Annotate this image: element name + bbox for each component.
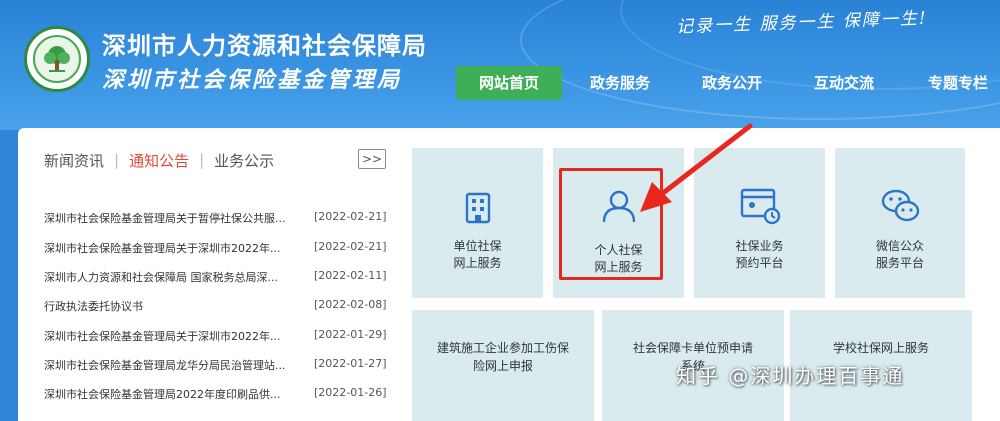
tab-notices[interactable]: 通知公告 [129, 150, 189, 171]
wechat-service-platform-tile[interactable]: 微信公众 服务平台 [835, 148, 965, 298]
site-header: 深圳市人力资源和社会保障局 深圳市社会保险基金管理局 记录一生 服务一生 保障一… [0, 0, 1000, 130]
list-item[interactable]: 深圳市社会保险基金管理局龙华分局民治管理站... [2022-01-27] [44, 355, 388, 375]
tile-label: 网上服务 [453, 256, 502, 270]
tile-label: 微信公众 [875, 239, 924, 253]
news-title[interactable]: 深圳市社会保险基金管理局关于深圳市2022年... [44, 240, 308, 256]
news-title[interactable]: 行政执法委托协议书 [44, 298, 308, 314]
construction-injury-insurance-tile[interactable]: 建筑施工企业参加工伤保 险网上申报 [412, 310, 594, 421]
list-item[interactable]: 深圳市社会保险基金管理局关于深圳市2022年... [2022-02-21] [44, 238, 388, 258]
tile-label: 社会保障卡单位预申请 [632, 341, 753, 355]
nav-government-services[interactable]: 政务服务 [580, 66, 660, 100]
tile-label: 服务平台 [875, 256, 924, 270]
list-item[interactable]: 深圳市社会保险基金管理局2022年度印刷品供... [2022-01-26] [44, 384, 388, 404]
nav-government-affairs[interactable]: 政务公开 [692, 66, 772, 100]
tile-label: 险网上申报 [472, 359, 533, 373]
news-title[interactable]: 深圳市社会保险基金管理局龙华分局民治管理站... [44, 357, 308, 373]
news-date: [2022-02-21] [314, 210, 387, 223]
list-item[interactable]: 深圳市人力资源和社会保障局 国家税务总局深... [2022-02-11] [44, 267, 388, 287]
news-title[interactable]: 深圳市社会保险基金管理局关于深圳市2022年... [44, 328, 308, 344]
unit-social-security-online-tile[interactable]: 单位社保 网上服务 [412, 148, 543, 298]
news-date: [2022-02-21] [314, 240, 387, 253]
nav-home[interactable]: 网站首页 [456, 66, 562, 100]
tab-divider: | [114, 151, 120, 169]
nav-special-topics[interactable]: 专题专栏 [916, 66, 1000, 100]
tile-label: 预约平台 [735, 256, 784, 270]
list-item[interactable]: 深圳市社会保险基金管理局关于深圳市2022年... [2022-01-29] [44, 326, 388, 346]
red-arrow-icon [640, 123, 753, 212]
news-tabs: 新闻资讯 | 通知公告 | 业务公示 [44, 148, 274, 172]
news-date: [2022-01-27] [314, 357, 387, 370]
tile-label: 建筑施工企业参加工伤保 [436, 341, 569, 355]
tab-news[interactable]: 新闻资讯 [44, 150, 104, 171]
list-item[interactable]: 行政执法委托协议书 [2022-02-08] [44, 296, 388, 316]
list-item[interactable]: 深圳市社会保险基金管理局关于暂停社保公共服... [2022-02-21] [44, 208, 388, 228]
tile-label: 单位社保 [453, 239, 502, 253]
tile-label: 学校社保网上服务 [832, 341, 929, 355]
news-date: [2022-02-08] [314, 298, 387, 311]
news-date: [2022-01-26] [314, 386, 387, 399]
news-title[interactable]: 深圳市社会保险基金管理局关于暂停社保公共服... [44, 210, 308, 226]
building-icon [465, 192, 491, 224]
news-title[interactable]: 深圳市人力资源和社会保障局 国家税务总局深... [44, 269, 308, 285]
tile-label: 社保业务 [735, 239, 784, 253]
news-title[interactable]: 深圳市社会保险基金管理局2022年度印刷品供... [44, 386, 308, 402]
tab-divider: | [199, 151, 205, 169]
wechat-icon [881, 189, 920, 222]
news-date: [2022-02-11] [314, 269, 387, 282]
news-date: [2022-01-29] [314, 328, 387, 341]
watermark: 知乎 @深圳办理百事通 [676, 364, 905, 388]
more-button[interactable]: >> [358, 149, 386, 169]
nav-interaction[interactable]: 互动交流 [804, 66, 884, 100]
main-nav: 网站首页 政务服务 政务公开 互动交流 专题专栏 [0, 66, 1000, 100]
tab-business-publicity[interactable]: 业务公示 [214, 150, 274, 171]
org-name-primary[interactable]: 深圳市人力资源和社会保障局 [102, 26, 427, 61]
